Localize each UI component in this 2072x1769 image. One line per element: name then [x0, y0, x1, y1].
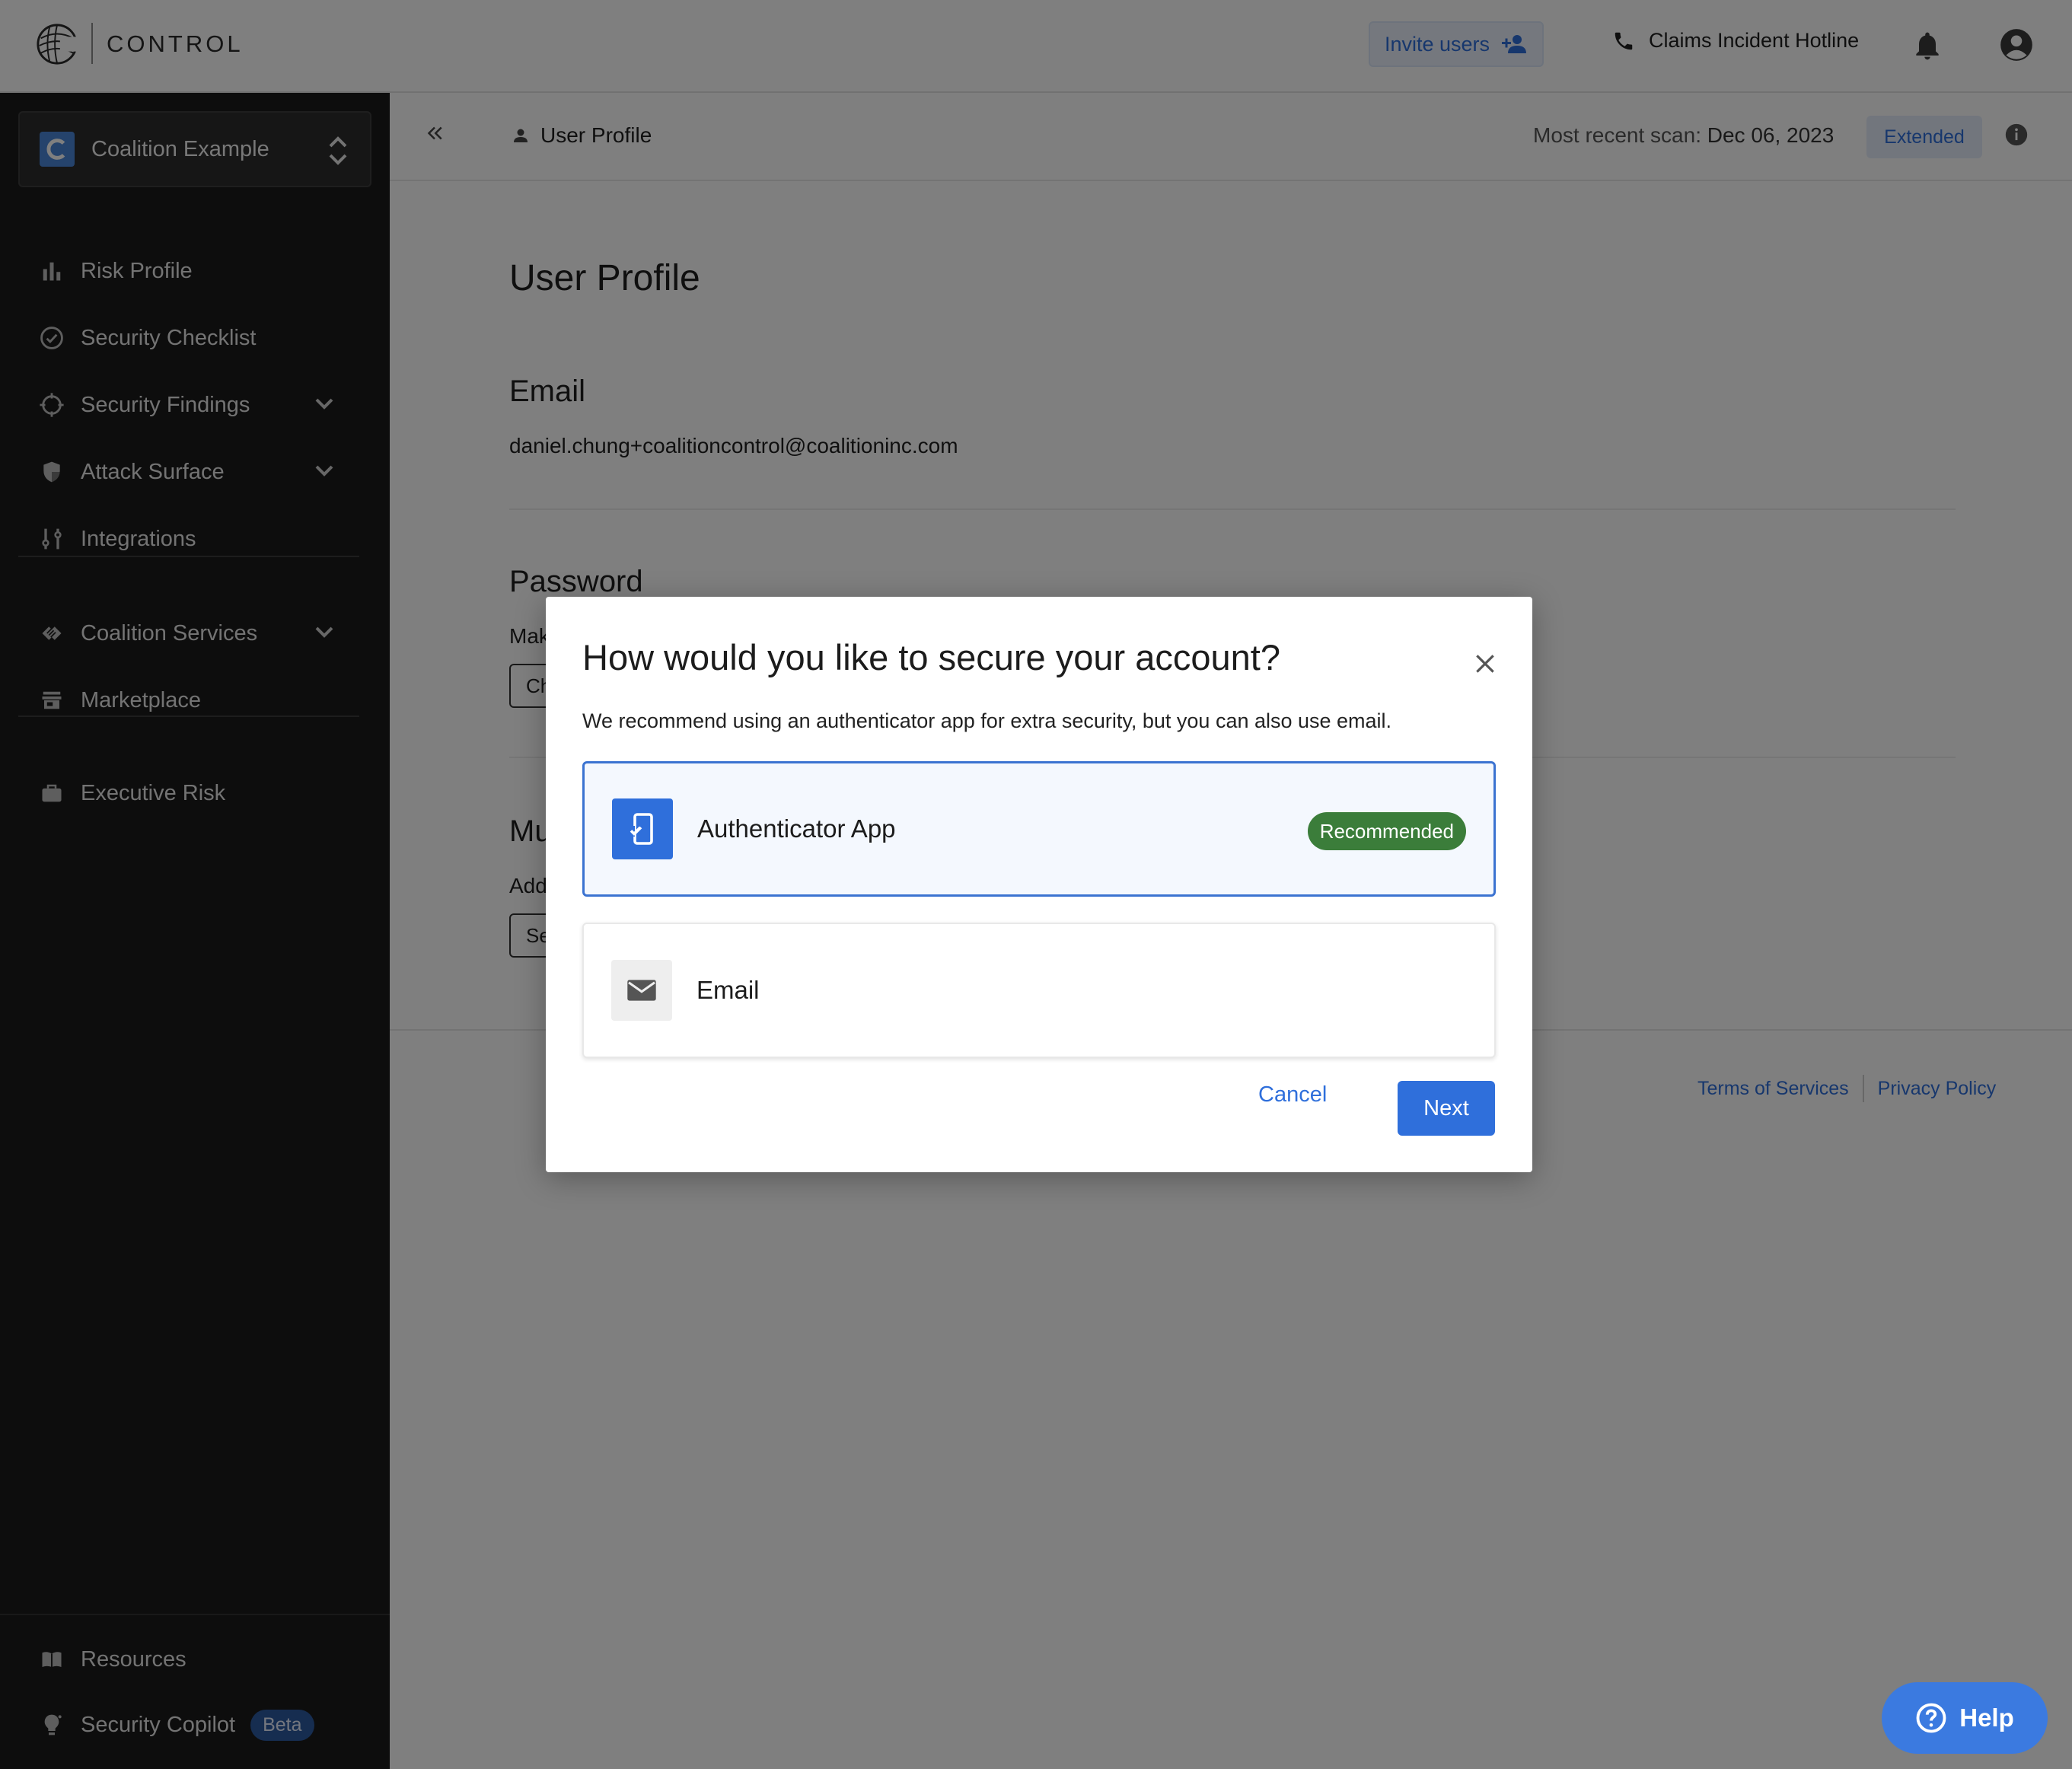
- secure-account-dialog: How would you like to secure your accoun…: [546, 597, 1532, 1172]
- dialog-description: We recommend using an authenticator app …: [582, 709, 1392, 732]
- email-option[interactable]: Email: [582, 923, 1496, 1058]
- option-label: Authenticator App: [697, 814, 896, 843]
- help-circle-icon: [1916, 1703, 1946, 1733]
- mail-icon: [611, 960, 672, 1021]
- help-button[interactable]: Help: [1882, 1682, 2048, 1754]
- close-icon: [1476, 655, 1494, 673]
- option-label: Email: [697, 976, 760, 1004]
- phone-check-icon: [612, 798, 673, 859]
- cancel-button[interactable]: Cancel: [1258, 1082, 1327, 1108]
- close-button[interactable]: [1470, 649, 1500, 679]
- next-button[interactable]: Next: [1398, 1081, 1495, 1136]
- help-label: Help: [1959, 1704, 2014, 1732]
- dialog-title: How would you like to secure your accoun…: [582, 637, 1280, 677]
- recommended-badge: Recommended: [1307, 812, 1466, 850]
- authenticator-app-option[interactable]: Authenticator App Recommended: [582, 761, 1496, 897]
